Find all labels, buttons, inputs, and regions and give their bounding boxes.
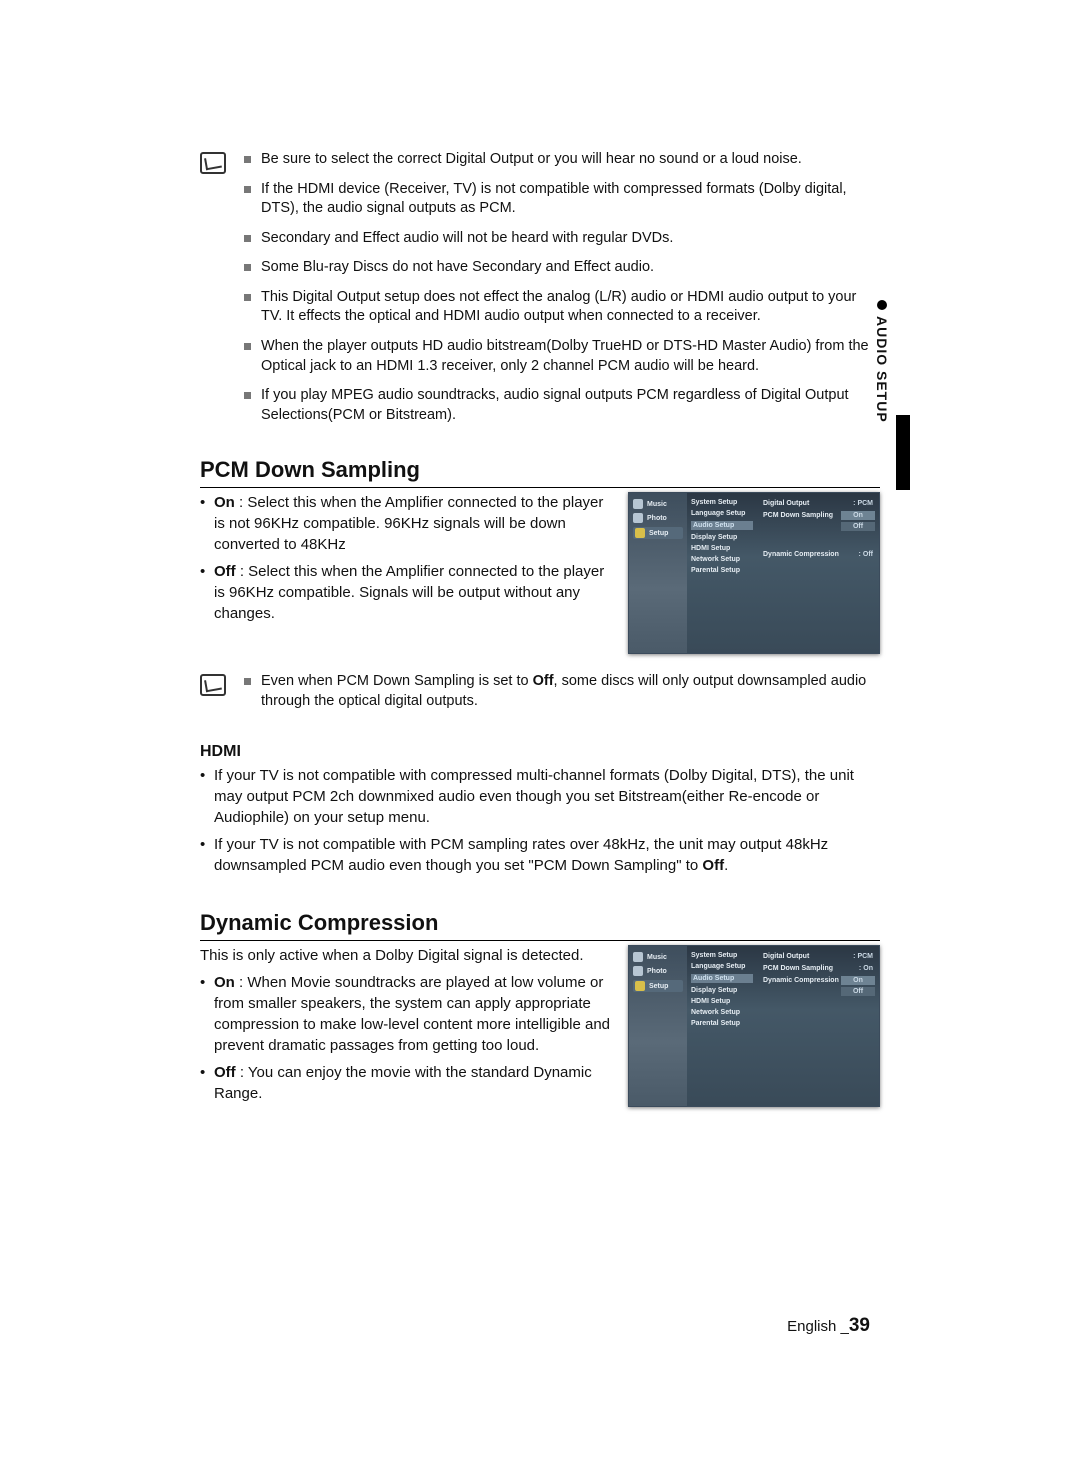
bullet-text: : Select this when the Amplifier connect… [214,563,604,622]
page-footer: English _39 [787,1315,870,1337]
dyn-bullets: •On : When Movie soundtracks are played … [200,972,612,1104]
popup-option: Off [841,987,875,996]
option-label: Dynamic Compression [763,551,839,558]
footer-sep: _ [841,1318,849,1335]
photo-icon [633,966,643,976]
side-tab-marker [896,415,910,490]
menu-col2-item: Parental Setup [691,1020,753,1027]
page-number: 39 [849,1315,870,1336]
menu-col1-item: Setup [649,983,668,990]
menu-col1-item: Photo [647,968,667,975]
bullet-lead: On [214,974,235,991]
option-label: PCM Down Sampling [763,965,833,972]
menu-col1-item: Music [647,501,667,508]
bullet-text: : Select this when the Amplifier connect… [214,494,603,553]
bullet-text: : You can enjoy the movie with the stand… [214,1064,592,1102]
footer-language: English [787,1318,836,1335]
note-item: This Digital Output setup does not effec… [261,288,880,327]
menu-col2-item: Display Setup [691,987,753,994]
note-item: Secondary and Effect audio will not be h… [261,229,673,249]
menu-col2-item: System Setup [691,952,753,959]
popup-option: On [841,511,875,520]
setup-menu-screenshot-dynamic: Music Photo Setup System Setup Language … [628,945,880,1107]
menu-col2-item: Language Setup [691,963,753,970]
menu-col2-item: System Setup [691,499,753,506]
menu-col2-item-selected: Audio Setup [691,521,753,530]
menu-col2-item: Network Setup [691,1009,753,1016]
bullet-text: : When Movie soundtracks are played at l… [214,974,610,1054]
bullet-square-icon [244,264,251,271]
bullet-text: If your TV is not compatible with PCM sa… [214,834,880,876]
note-item: Be sure to select the correct Digital Ou… [261,150,802,170]
option-label: Dynamic Compression [763,977,839,984]
bullet-square-icon [244,186,251,193]
gear-icon [635,528,645,538]
popup-option: Off [841,522,875,531]
pcm-bullets: •On : Select this when the Amplifier con… [200,492,612,624]
note-icon [200,152,226,174]
bullet-square-icon [244,156,251,163]
music-icon [633,499,643,509]
note-item: If the HDMI device (Receiver, TV) is not… [261,180,880,219]
section-heading-pcm: PCM Down Sampling [200,457,880,488]
menu-col2-item: Network Setup [691,556,753,563]
menu-col2-item: Language Setup [691,510,753,517]
hdmi-subheading: HDMI [200,743,880,761]
note-item: When the player outputs HD audio bitstre… [261,337,880,376]
bullet-square-icon [244,392,251,399]
menu-col1-item: Setup [649,530,668,537]
option-value: On [863,965,873,972]
note-list-top: Be sure to select the correct Digital Ou… [244,150,880,435]
option-label: Digital Output [763,500,809,507]
gear-icon [635,981,645,991]
note-item: Even when PCM Down Sampling is set to Of… [261,672,880,711]
dyn-intro: This is only active when a Dolby Digital… [200,945,612,966]
note-item: Some Blu-ray Discs do not have Secondary… [261,258,654,278]
bullet-square-icon [244,294,251,301]
note-block-pcm: Even when PCM Down Sampling is set to Of… [200,672,880,721]
menu-col2-item: HDMI Setup [691,545,753,552]
menu-col2-item: Parental Setup [691,567,753,574]
hdmi-bullets: •If your TV is not compatible with compr… [200,765,880,876]
photo-icon [633,513,643,523]
bullet-text: If your TV is not compatible with compre… [214,765,880,828]
bullet-square-icon [244,678,251,685]
menu-col2-item: HDMI Setup [691,998,753,1005]
option-value: PCM [857,500,873,507]
option-value: Off [863,551,873,558]
music-icon [633,952,643,962]
bullet-square-icon [244,343,251,350]
note-item: If you play MPEG audio soundtracks, audi… [261,386,880,425]
note-block-top: Be sure to select the correct Digital Ou… [200,150,880,435]
bullet-lead: Off [214,563,236,580]
option-label: Digital Output [763,953,809,960]
side-tab-bullet [877,300,887,310]
bullet-square-icon [244,235,251,242]
side-tab-label: AUDIO SETUP [874,316,890,423]
manual-page: AUDIO SETUP Be sure to select the correc… [0,0,1080,1477]
bullet-lead: Off [214,1064,236,1081]
menu-col2-item-selected: Audio Setup [691,974,753,983]
setup-menu-screenshot-pcm: Music Photo Setup System Setup Language … [628,492,880,654]
side-tab: AUDIO SETUP [874,300,890,423]
menu-col1-item: Photo [647,515,667,522]
section-heading-dynamic: Dynamic Compression [200,910,880,941]
menu-col2-item: Display Setup [691,534,753,541]
popup-option: On [841,976,875,985]
option-label: PCM Down Sampling [763,512,833,519]
option-value: PCM [857,953,873,960]
menu-col1-item: Music [647,954,667,961]
bullet-lead: On [214,494,235,511]
note-icon [200,674,226,696]
